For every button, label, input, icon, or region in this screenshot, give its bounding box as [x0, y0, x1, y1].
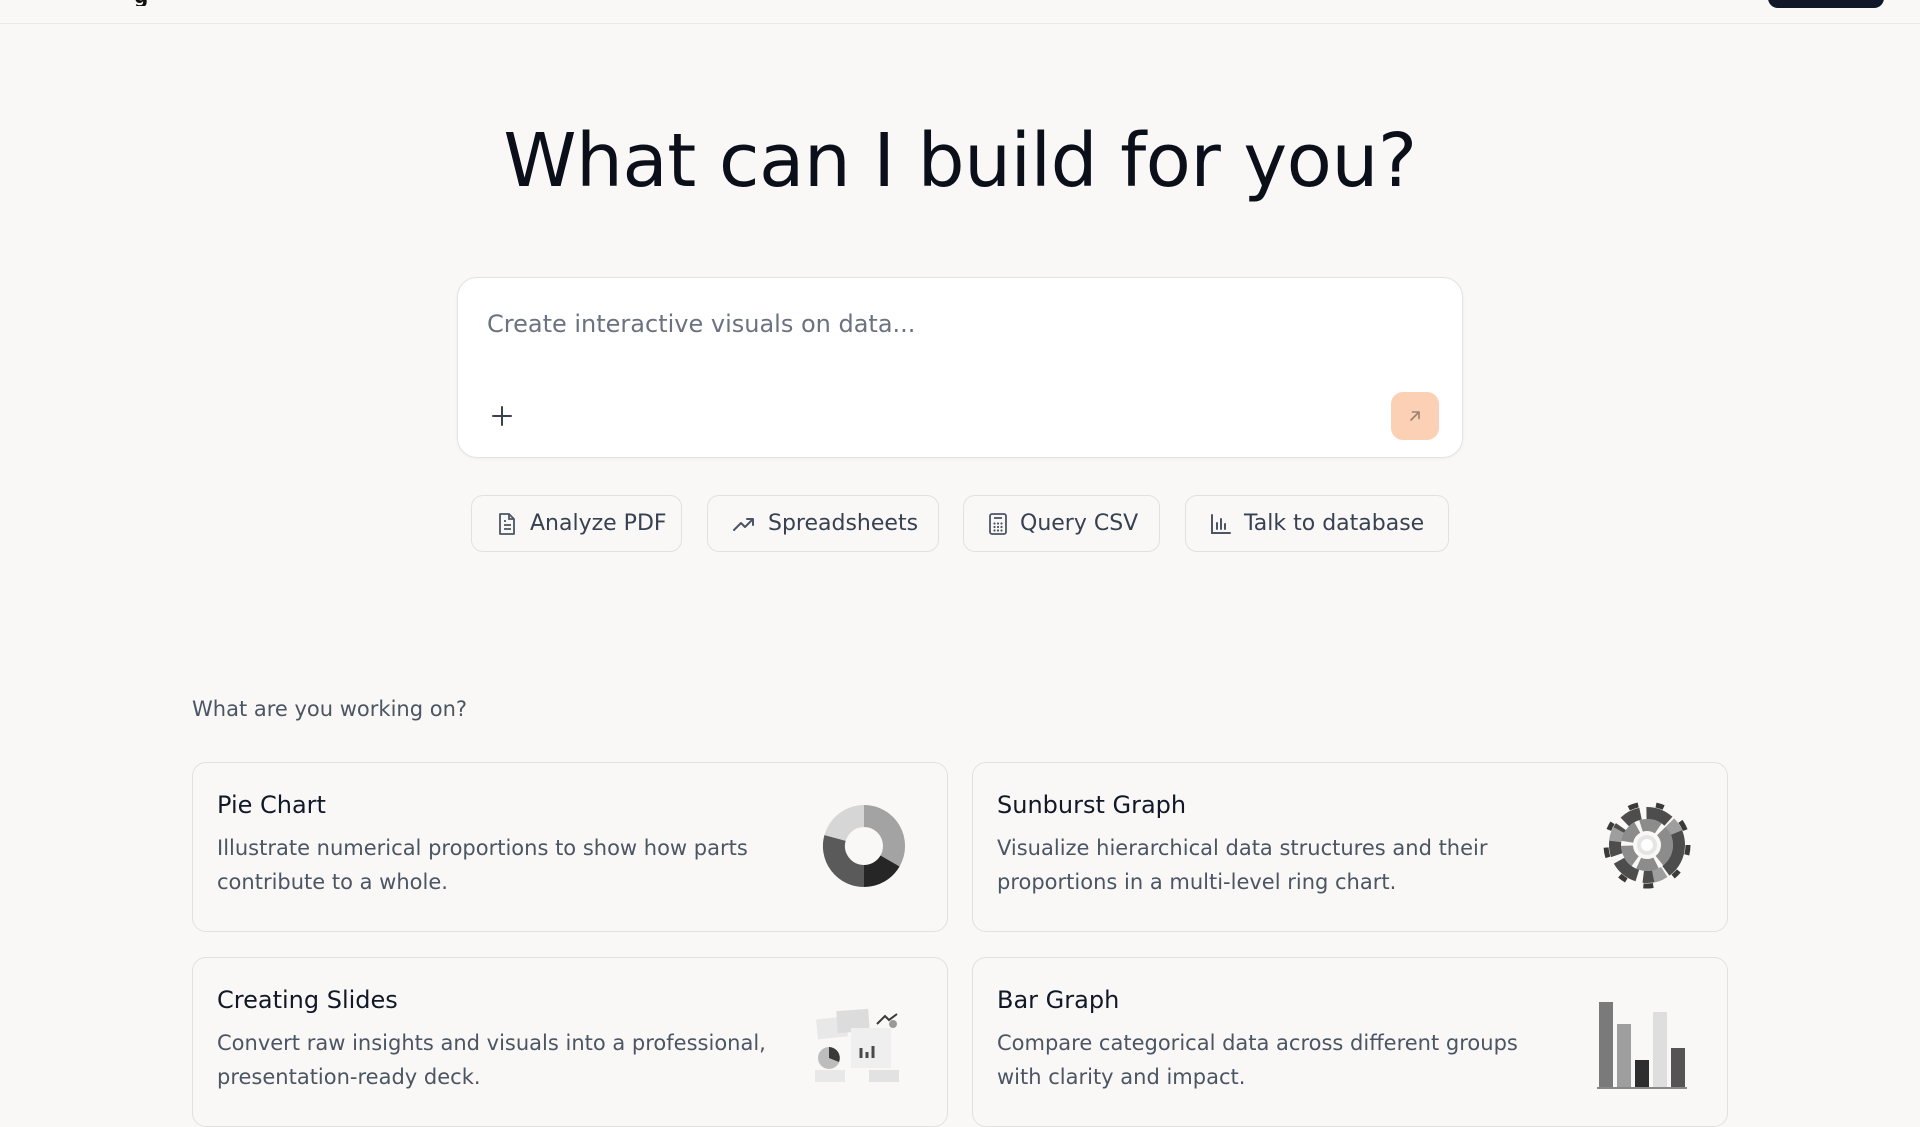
- prompt-box: [457, 277, 1463, 458]
- bar-graph-illustration: [1597, 1002, 1687, 1089]
- chip-query-csv[interactable]: Query CSV: [963, 495, 1160, 552]
- card-title: Sunburst Graph: [997, 791, 1187, 819]
- card-creating-slides[interactable]: Creating Slides Convert raw insights and…: [192, 957, 948, 1127]
- plus-icon: [492, 406, 512, 426]
- quick-actions: Analyze PDF Spreadsheets Query CSV Talk …: [0, 495, 1920, 552]
- chip-analyze-pdf[interactable]: Analyze PDF: [471, 495, 682, 552]
- prompt-input[interactable]: [487, 304, 1387, 344]
- section-label: What are you working on?: [192, 697, 468, 721]
- chip-label: Analyze PDF: [530, 511, 667, 536]
- card-pie-chart[interactable]: Pie Chart Illustrate numerical proportio…: [192, 762, 948, 932]
- donut-chart-illustration: [822, 805, 905, 888]
- calculator-icon: [989, 512, 1007, 535]
- add-attachment-button[interactable]: [482, 396, 522, 436]
- top-bar: g: [0, 0, 1920, 24]
- chip-spreadsheets[interactable]: Spreadsheets: [707, 495, 939, 552]
- card-title: Pie Chart: [217, 791, 326, 819]
- chip-label: Query CSV: [1020, 511, 1139, 536]
- document-icon: [499, 512, 515, 535]
- bar-chart-icon: [1211, 513, 1231, 534]
- logo[interactable]: g: [128, 0, 160, 6]
- page-title: What can I build for you?: [503, 118, 1417, 204]
- card-title: Creating Slides: [217, 986, 398, 1014]
- logo-glyph: g: [134, 0, 148, 6]
- card-bar-graph[interactable]: Bar Graph Compare categorical data acros…: [972, 957, 1728, 1127]
- chip-talk-to-database[interactable]: Talk to database: [1185, 495, 1449, 552]
- card-description: Compare categorical data across differen…: [997, 1031, 1518, 1089]
- send-button[interactable]: [1391, 392, 1439, 440]
- card-sunburst-graph[interactable]: Sunburst Graph Visualize hierarchical da…: [972, 762, 1728, 932]
- trending-up-icon: [733, 517, 754, 531]
- chip-label: Spreadsheets: [768, 511, 919, 536]
- card-description: Convert raw insights and visuals into a …: [217, 1031, 766, 1089]
- chip-label: Talk to database: [1244, 511, 1425, 536]
- slides-illustration: [815, 1008, 899, 1082]
- sunburst-illustration: [1603, 801, 1691, 889]
- arrow-up-right-icon: [1410, 411, 1420, 421]
- top-action-button[interactable]: [1768, 0, 1884, 8]
- card-description: Illustrate numerical proportions to show…: [217, 836, 748, 894]
- card-title: Bar Graph: [997, 986, 1120, 1014]
- card-description: Visualize hierarchical data structures a…: [997, 836, 1488, 894]
